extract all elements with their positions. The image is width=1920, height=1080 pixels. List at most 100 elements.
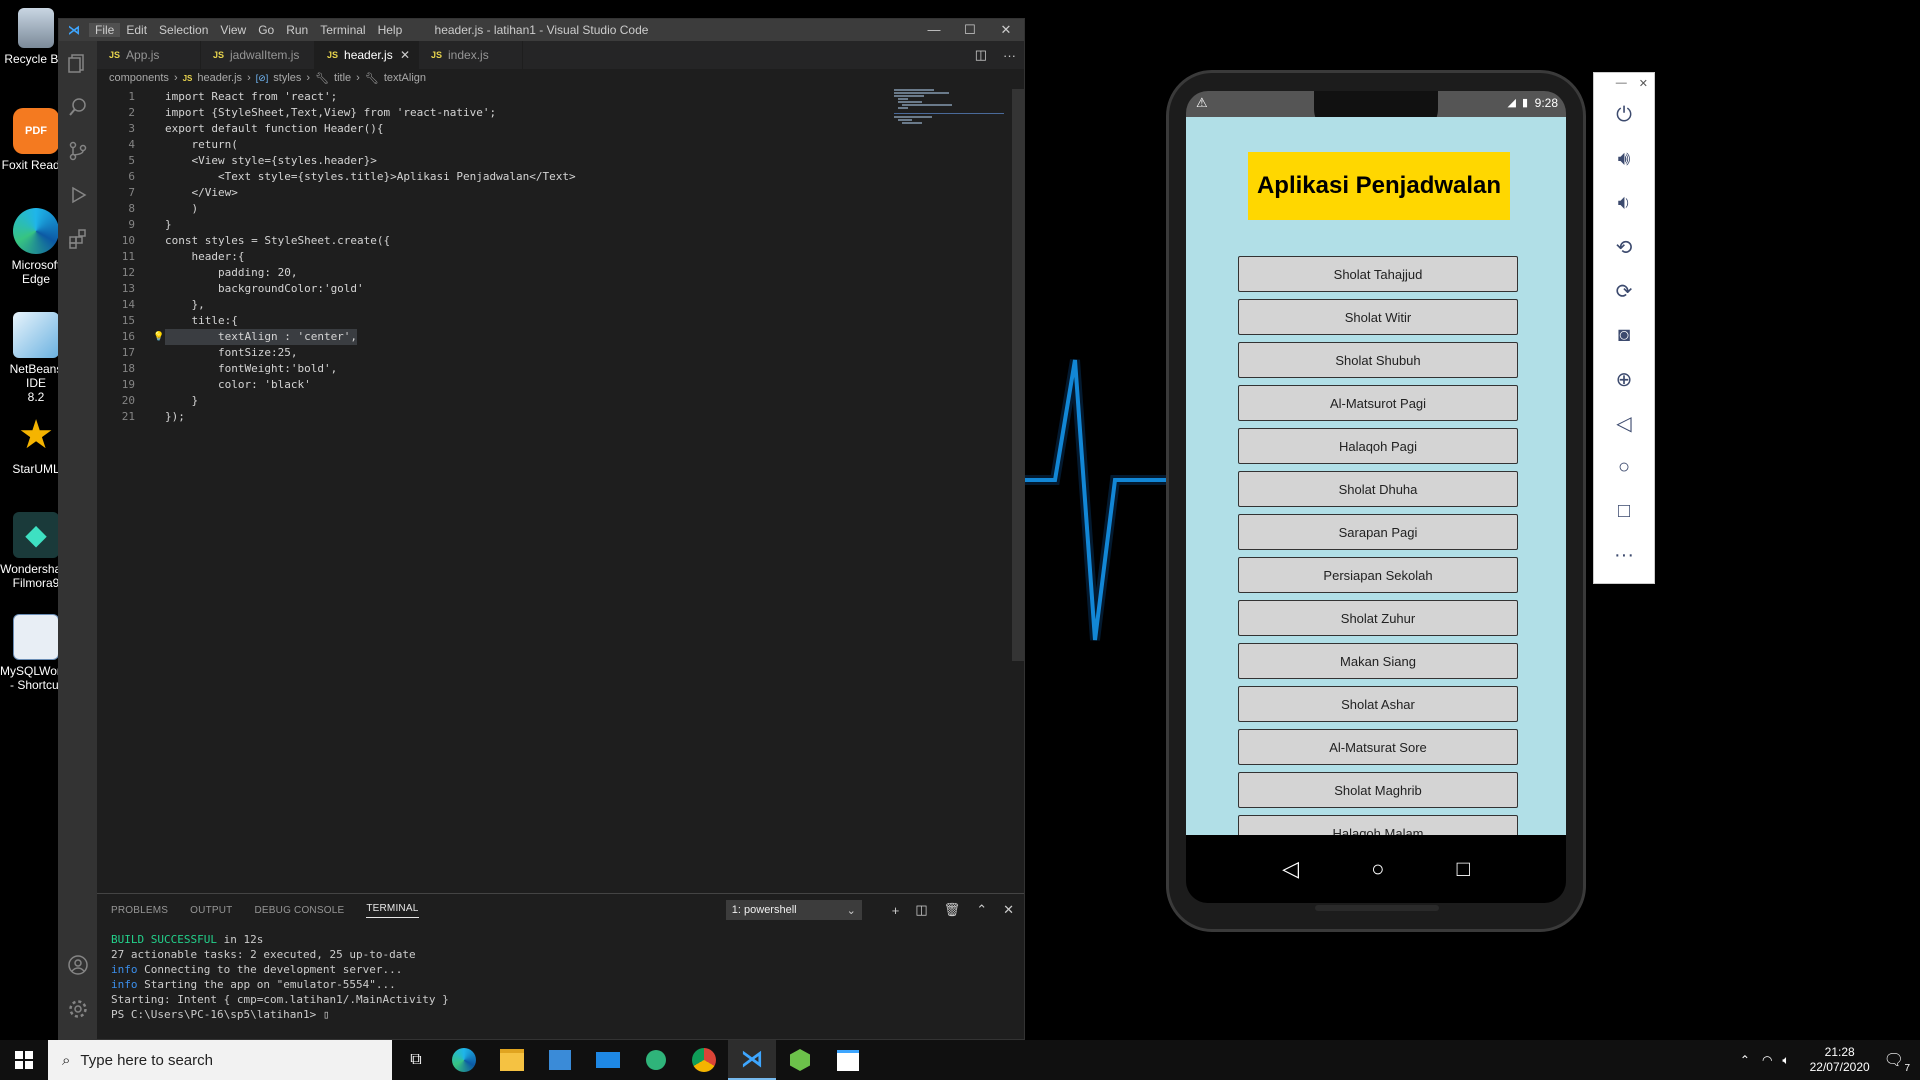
schedule-button[interactable]: Persiapan Sekolah (1238, 557, 1518, 593)
schedule-button[interactable]: Sholat Ashar (1238, 686, 1518, 722)
code-line[interactable]: 8 ) (97, 201, 1004, 217)
windows-start-button[interactable] (0, 1040, 48, 1080)
network-icon[interactable]: ◠ (1762, 1053, 1772, 1067)
editor-scrollbar[interactable] (1012, 89, 1024, 661)
tab-app-js[interactable]: JS App.js (97, 41, 201, 69)
code-line[interactable]: 11 header:{ (97, 249, 1004, 265)
schedule-button[interactable]: Sholat Tahajjud (1238, 256, 1518, 292)
back-icon[interactable]: ◁ (1594, 401, 1654, 445)
back-icon[interactable]: ◁ (1282, 856, 1299, 882)
code-line[interactable]: 21}); (97, 409, 1004, 425)
run-debug-icon[interactable] (59, 173, 97, 217)
split-editor-icon[interactable]: ◫ (975, 47, 987, 63)
volume-down-icon[interactable]: 🔉︎ (1594, 181, 1654, 225)
code-line[interactable]: 16 💡 textAlign : 'center', (97, 329, 1004, 345)
panel-tab-terminal[interactable]: TERMINAL (366, 903, 419, 918)
schedule-button[interactable]: Sarapan Pagi (1238, 514, 1518, 550)
home-icon[interactable]: ○ (1594, 445, 1654, 489)
code-line[interactable]: 3 export default function Header(){ (97, 121, 1004, 137)
extensions-icon[interactable] (59, 217, 97, 261)
minimize-button[interactable]: — (916, 19, 952, 41)
more-actions-icon[interactable]: ··· (1003, 48, 1016, 63)
chevron-up-icon[interactable]: ⌃ (1740, 1053, 1750, 1067)
panel-tab-debug-console[interactable]: DEBUG CONSOLE (254, 905, 344, 916)
volume-up-icon[interactable]: 🔊︎ (1594, 137, 1654, 181)
chrome-icon[interactable] (680, 1040, 728, 1080)
rotate-left-icon[interactable]: ⟲ (1594, 225, 1654, 269)
mail-icon[interactable] (584, 1040, 632, 1080)
schedule-button[interactable]: Sholat Zuhur (1238, 600, 1518, 636)
emulator-minimize-icon[interactable]: — (1616, 77, 1627, 89)
minimap[interactable] (894, 89, 1004, 149)
tab-header-js[interactable]: JS header.js ✕ (315, 41, 419, 69)
terminal-output[interactable]: BUILD SUCCESSFUL in 12s 27 actionable tas… (97, 932, 1024, 1022)
breadcrumb-folder[interactable]: components (109, 72, 169, 84)
code-line[interactable]: 20 } (97, 393, 1004, 409)
schedule-button[interactable]: Sholat Shubuh (1238, 342, 1518, 378)
menu-go[interactable]: Go (252, 23, 280, 37)
code-line[interactable]: 2 import {StyleSheet,Text,View} from 'rea… (97, 105, 1004, 121)
code-line[interactable]: 15 title:{ (97, 313, 1004, 329)
taskbar-search[interactable]: ⌕ Type here to search (48, 1040, 392, 1080)
speaker-icon[interactable]: 🔈︎ (1782, 1053, 1789, 1068)
trash-icon[interactable]: 🗑︎ (944, 902, 961, 918)
code-line[interactable]: 18 fontWeight:'bold', (97, 361, 1004, 377)
store-icon[interactable] (536, 1040, 584, 1080)
source-control-icon[interactable] (59, 129, 97, 173)
maximize-panel-icon[interactable]: ⌃ (976, 902, 987, 918)
breadcrumb-symbol-textalign[interactable]: textAlign (384, 72, 426, 84)
code-line[interactable]: 10 const styles = StyleSheet.create({ (97, 233, 1004, 249)
nodejs-icon[interactable] (776, 1040, 824, 1080)
account-icon[interactable] (59, 943, 97, 987)
file-explorer-icon[interactable] (488, 1040, 536, 1080)
code-line[interactable]: 1 import React from 'react'; (97, 89, 1004, 105)
camera-icon[interactable]: ◙ (1594, 313, 1654, 357)
system-clock[interactable]: 21:28 22/07/2020 (1810, 1045, 1870, 1075)
code-line[interactable]: 7 </View> (97, 185, 1004, 201)
menu-help[interactable]: Help (372, 23, 409, 37)
vscode-taskbar-icon[interactable]: ⋊ (728, 1040, 776, 1080)
breadcrumb-symbol-styles[interactable]: styles (273, 72, 301, 84)
settings-gear-icon[interactable] (59, 987, 97, 1031)
new-terminal-icon[interactable]: + (892, 903, 900, 918)
close-button[interactable]: ✕ (988, 19, 1024, 41)
schedule-button[interactable]: Sholat Witir (1238, 299, 1518, 335)
explorer-icon[interactable] (59, 41, 97, 85)
code-line[interactable]: 12 padding: 20, (97, 265, 1004, 281)
split-terminal-icon[interactable]: ◫ (915, 902, 927, 918)
more-icon[interactable]: ··· (1594, 533, 1654, 577)
terminal-window-icon[interactable] (824, 1040, 872, 1080)
code-line[interactable]: 14 }, (97, 297, 1004, 313)
tab-index-js[interactable]: JS index.js (419, 41, 523, 69)
edge-taskbar-icon[interactable] (440, 1040, 488, 1080)
terminal-select[interactable]: 1: powershell ⌄ (725, 900, 862, 920)
maps-icon[interactable] (632, 1040, 680, 1080)
tab-jadwalitem-js[interactable]: JS jadwalItem.js (201, 41, 315, 69)
maximize-button[interactable]: ☐ (952, 19, 988, 41)
emulator-close-icon[interactable]: ✕ (1639, 77, 1648, 90)
schedule-button[interactable]: Makan Siang (1238, 643, 1518, 679)
code-line[interactable]: 5 <View style={styles.header}> (97, 153, 1004, 169)
recents-icon[interactable]: □ (1457, 856, 1470, 882)
close-panel-icon[interactable]: ✕ (1003, 902, 1014, 918)
menu-terminal[interactable]: Terminal (314, 23, 371, 37)
search-icon[interactable] (59, 85, 97, 129)
menu-selection[interactable]: Selection (153, 23, 214, 37)
task-view-icon[interactable]: ⧉ (392, 1040, 440, 1080)
code-line[interactable]: 19 color: 'black' (97, 377, 1004, 393)
code-editor[interactable]: 1 import React from 'react'; 2 import {Styl… (97, 89, 1004, 425)
schedule-button[interactable]: Halaqoh Pagi (1238, 428, 1518, 464)
code-line[interactable]: 9} (97, 217, 1004, 233)
menu-edit[interactable]: Edit (120, 23, 153, 37)
code-line[interactable]: 13 backgroundColor:'gold' (97, 281, 1004, 297)
power-icon[interactable]: ⏻ (1594, 93, 1654, 137)
overview-icon[interactable]: □ (1594, 489, 1654, 533)
notification-center-icon[interactable]: 🗨︎ 7 (1884, 1050, 1910, 1074)
close-tab-icon[interactable]: ✕ (400, 48, 410, 62)
schedule-button[interactable]: Sholat Dhuha (1238, 471, 1518, 507)
home-icon[interactable]: ○ (1371, 856, 1384, 882)
schedule-button[interactable]: Sholat Maghrib (1238, 772, 1518, 808)
panel-tab-output[interactable]: OUTPUT (190, 905, 232, 916)
rotate-right-icon[interactable]: ⟳ (1594, 269, 1654, 313)
lightbulb-icon[interactable]: 💡 (153, 329, 165, 345)
